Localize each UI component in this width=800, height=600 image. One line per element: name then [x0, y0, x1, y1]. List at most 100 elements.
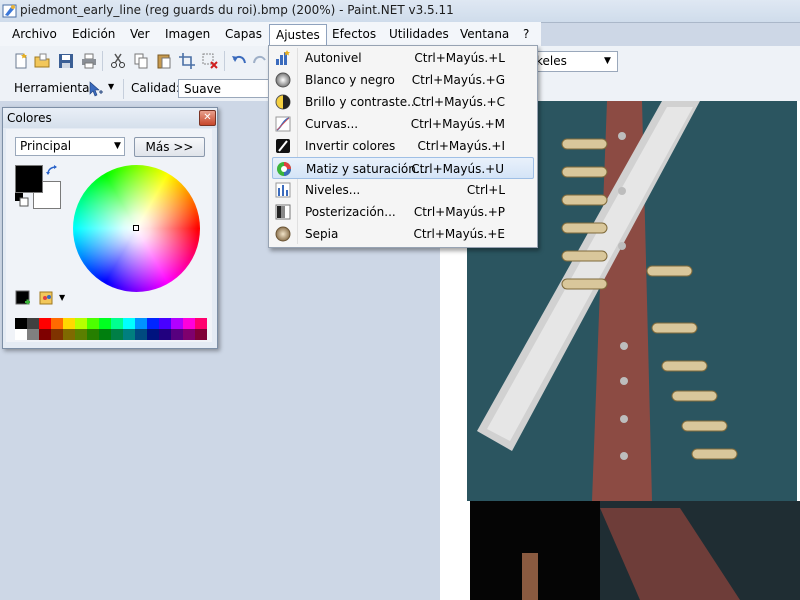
- palette-swatch[interactable]: [123, 329, 135, 340]
- menu-item-matiz-saturacion[interactable]: Matiz y saturación... Ctrl+Mayús.+U: [272, 157, 534, 179]
- menu-utilidades[interactable]: Utilidades: [383, 25, 455, 43]
- menu-item-brillo-contraste[interactable]: Brillo y contraste... Ctrl+Mayús.+C: [272, 91, 534, 113]
- menu-item-sepia[interactable]: Sepia Ctrl+Mayús.+E: [272, 223, 534, 245]
- new-image-icon[interactable]: [13, 53, 29, 69]
- palette-swatch[interactable]: [171, 318, 183, 329]
- close-icon[interactable]: ✕: [199, 110, 216, 126]
- palette-swatch[interactable]: [135, 318, 147, 329]
- palette-swatch[interactable]: [75, 329, 87, 340]
- menu-ver[interactable]: Ver: [124, 25, 156, 43]
- color-wheel-marker[interactable]: [133, 225, 139, 231]
- primary-color-swatch[interactable]: [15, 165, 43, 193]
- palette-swatch[interactable]: [15, 329, 27, 340]
- palette-swatch[interactable]: [63, 318, 75, 329]
- crop-to-selection-icon[interactable]: [179, 53, 195, 69]
- menu-archivo[interactable]: Archivo: [6, 25, 63, 43]
- palette-swatch[interactable]: [87, 318, 99, 329]
- palette-swatch[interactable]: [135, 329, 147, 340]
- palette-swatch[interactable]: [123, 318, 135, 329]
- menu-ventana[interactable]: Ventana: [454, 25, 515, 43]
- palette-swatch[interactable]: [75, 318, 87, 329]
- palette-swatch[interactable]: [63, 329, 75, 340]
- palette-swatch[interactable]: [111, 318, 123, 329]
- open-folder-icon[interactable]: [34, 53, 50, 69]
- copy-icon[interactable]: [133, 53, 149, 69]
- window-title: piedmont_early_line (reg guards du roi).…: [20, 3, 454, 17]
- invert-colors-icon: [276, 139, 290, 153]
- colors-window-body: Principal ▼ Más >> ▼: [6, 129, 212, 342]
- tool-dropdown-chevron-icon[interactable]: ▼: [108, 82, 114, 91]
- menu-item-label: Sepia: [305, 227, 339, 241]
- palette-chevron-down-icon[interactable]: ▼: [59, 293, 65, 302]
- chevron-down-icon: ▼: [604, 56, 611, 66]
- palette-swatch[interactable]: [39, 318, 51, 329]
- palette-swatch[interactable]: [15, 318, 27, 329]
- cut-icon[interactable]: [110, 53, 126, 69]
- color-mode-select[interactable]: Principal ▼: [15, 137, 125, 156]
- palette-swatch[interactable]: [39, 329, 51, 340]
- palette-swatch[interactable]: [147, 318, 159, 329]
- palette-swatch[interactable]: [147, 329, 159, 340]
- menu-edicion[interactable]: Edición: [66, 25, 121, 43]
- menu-item-blanco-y-negro[interactable]: Blanco y negro Ctrl+Mayús.+G: [272, 69, 534, 91]
- palette-swatch[interactable]: [171, 329, 183, 340]
- palette-swatch[interactable]: [51, 329, 63, 340]
- menu-item-curvas[interactable]: Curvas... Ctrl+Mayús.+M: [272, 113, 534, 135]
- colors-window-title: Colores: [7, 111, 52, 125]
- menu-item-invertir-colores[interactable]: Invertir colores Ctrl+Mayús.+I: [272, 135, 534, 157]
- more-button[interactable]: Más >>: [134, 137, 205, 157]
- palette-swatch[interactable]: [51, 318, 63, 329]
- reset-colors-icon[interactable]: [15, 193, 29, 207]
- palette-swatch[interactable]: [87, 329, 99, 340]
- color-wheel[interactable]: [73, 165, 200, 292]
- menu-item-shortcut: Ctrl+L: [466, 183, 505, 197]
- swap-colors-icon[interactable]: [46, 165, 58, 177]
- auto-level-icon: [276, 50, 290, 65]
- print-icon[interactable]: [81, 53, 97, 69]
- menu-item-niveles[interactable]: Niveles... Ctrl+L: [272, 179, 534, 201]
- palette-swatch[interactable]: [159, 329, 171, 340]
- palette-swatch[interactable]: [111, 329, 123, 340]
- menu-item-label: Invertir colores: [305, 139, 396, 153]
- save-icon[interactable]: [58, 53, 74, 69]
- menu-item-posterizacion[interactable]: Posterización... Ctrl+Mayús.+P: [272, 201, 534, 223]
- palette-swatch[interactable]: [27, 318, 39, 329]
- levels-icon: [275, 182, 291, 198]
- palette-swatch[interactable]: [159, 318, 171, 329]
- title-bar: piedmont_early_line (reg guards du roi).…: [0, 0, 800, 23]
- palette-swatch[interactable]: [99, 318, 111, 329]
- toolbar-separator: [224, 51, 225, 71]
- menu-ajustes[interactable]: Ajustes: [269, 24, 327, 46]
- undo-icon[interactable]: [231, 53, 247, 69]
- paste-icon[interactable]: [156, 53, 172, 69]
- menu-item-label: Posterización...: [305, 205, 396, 219]
- move-selection-tool-icon[interactable]: [88, 81, 104, 97]
- deselect-icon[interactable]: [202, 53, 218, 69]
- toolbar-separator: [123, 79, 124, 99]
- palette-swatch[interactable]: [195, 318, 207, 329]
- menu-item-shortcut: Ctrl+Mayús.+L: [414, 51, 505, 65]
- redo-icon[interactable]: [252, 53, 268, 69]
- menu-item-label: Brillo y contraste...: [305, 95, 419, 109]
- menu-help[interactable]: ?: [517, 25, 535, 43]
- palette-menu-icon[interactable]: [39, 290, 55, 306]
- quality-select[interactable]: Suave: [178, 79, 270, 98]
- palette-swatch[interactable]: [99, 329, 111, 340]
- palette-swatch[interactable]: [27, 329, 39, 340]
- palette-swatch[interactable]: [183, 318, 195, 329]
- palette-swatch[interactable]: [183, 329, 195, 340]
- toolbar-separator: [102, 51, 103, 71]
- palette-swatch[interactable]: [195, 329, 207, 340]
- menu-item-label: Blanco y negro: [305, 73, 395, 87]
- add-to-palette-icon[interactable]: [15, 290, 31, 306]
- colors-window: Colores ✕ Principal ▼ Más >> ▼: [2, 107, 218, 349]
- menu-item-autonivel[interactable]: Autonivel Ctrl+Mayús.+L: [272, 47, 534, 69]
- colors-window-titlebar[interactable]: Colores ✕: [3, 108, 217, 128]
- hue-saturation-icon: [277, 162, 291, 176]
- units-select-value: keles: [536, 54, 567, 68]
- menu-efectos[interactable]: Efectos: [326, 25, 382, 43]
- paintnet-app-icon[interactable]: [2, 3, 18, 19]
- chevron-down-icon: ▼: [114, 141, 121, 151]
- menu-capas[interactable]: Capas: [219, 25, 268, 43]
- menu-imagen[interactable]: Imagen: [159, 25, 216, 43]
